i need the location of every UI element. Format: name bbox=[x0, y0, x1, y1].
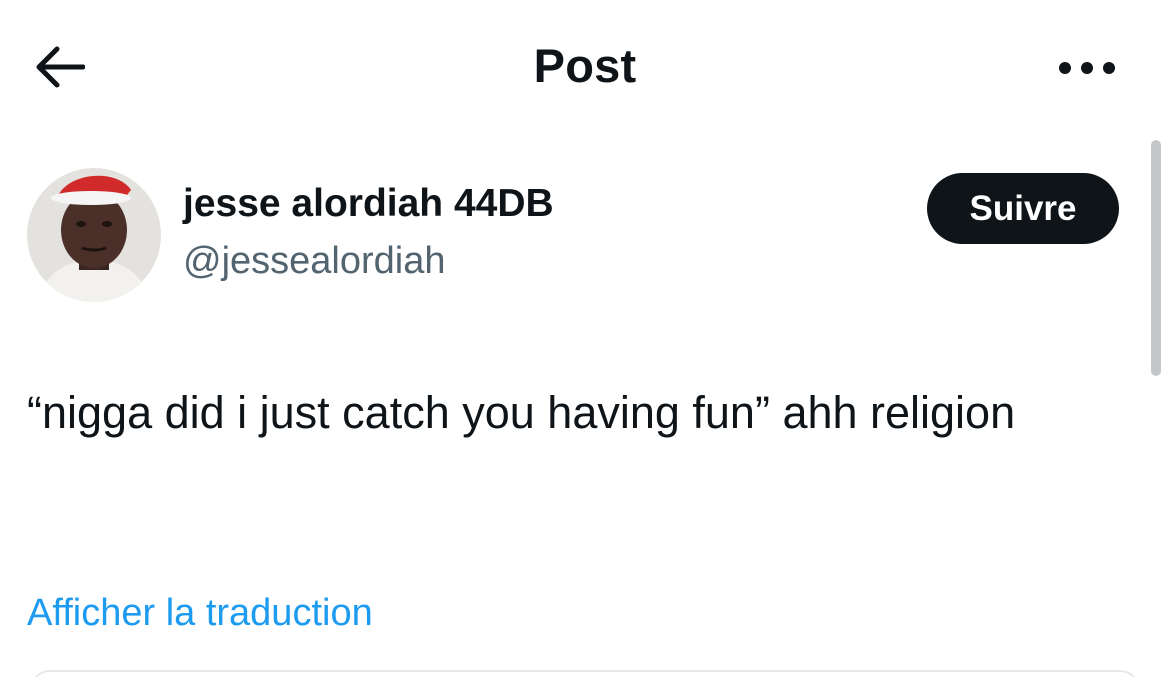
post-text: “nigga did i just catch you having fun” … bbox=[27, 387, 1016, 438]
post-screen: Post jesse alordiah 44DB @jessealordiah … bbox=[0, 0, 1170, 677]
scrollbar[interactable] bbox=[1151, 140, 1161, 376]
author-name[interactable]: jesse alordiah 44DB bbox=[183, 182, 554, 226]
ellipsis-horizontal-icon bbox=[1059, 62, 1115, 74]
show-translation-link[interactable]: Afficher la traduction bbox=[27, 592, 373, 635]
page-title: Post bbox=[533, 39, 637, 92]
embedded-card[interactable] bbox=[30, 670, 1140, 677]
more-options-button[interactable] bbox=[1055, 48, 1119, 88]
author-handle[interactable]: @jessealordiah bbox=[183, 240, 446, 283]
follow-button[interactable]: Suivre bbox=[927, 173, 1119, 244]
avatar[interactable] bbox=[27, 168, 161, 302]
avatar-photo bbox=[27, 168, 161, 302]
